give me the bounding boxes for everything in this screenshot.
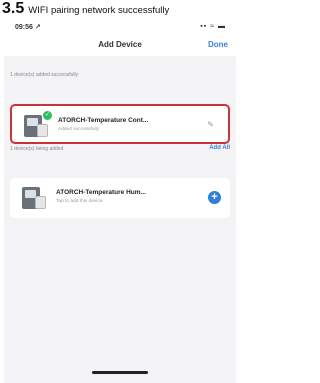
- done-button[interactable]: Done: [208, 40, 228, 49]
- device-name: ATORCH-Temperature Cont...: [58, 117, 149, 124]
- home-indicator: [92, 371, 148, 374]
- navigation-bar: Add Device Done: [4, 34, 236, 56]
- device-thumbnail: ✓: [22, 111, 52, 140]
- step-number: 3.5: [2, 0, 25, 17]
- pending-section-label: 1 device(s) being added: [10, 146, 64, 152]
- check-icon: ✓: [43, 111, 52, 120]
- status-time: 09:56 ↗: [15, 24, 41, 31]
- status-icons: ▪▪ ≈ ▬: [200, 23, 226, 30]
- device-thumbnail: [20, 184, 46, 212]
- device-status: Added successfully: [58, 127, 100, 132]
- page-title: Add Device: [98, 40, 142, 49]
- step-caption: 3.5 WIFI pairing network successfully: [0, 0, 244, 22]
- pending-device-card[interactable]: ATORCH-Temperature Hum... Tap to add thi…: [10, 178, 230, 218]
- added-section-label: 1 device(s) added successfully: [10, 72, 79, 78]
- edit-icon[interactable]: ✎: [207, 120, 214, 129]
- added-device-card[interactable]: ✓ ATORCH-Temperature Cont... Added succe…: [10, 104, 230, 144]
- add-icon[interactable]: +: [208, 191, 221, 204]
- status-bar: 09:56 ↗ ▪▪ ≈ ▬: [4, 20, 236, 34]
- step-text: WIFI pairing network successfully: [28, 5, 170, 16]
- phone-screen: 09:56 ↗ ▪▪ ≈ ▬ Add Device Done 1 device(…: [4, 20, 236, 383]
- device-name: ATORCH-Temperature Hum...: [56, 189, 146, 196]
- add-all-button[interactable]: Add All: [209, 145, 230, 151]
- device-status: Tap to add this device: [56, 199, 103, 204]
